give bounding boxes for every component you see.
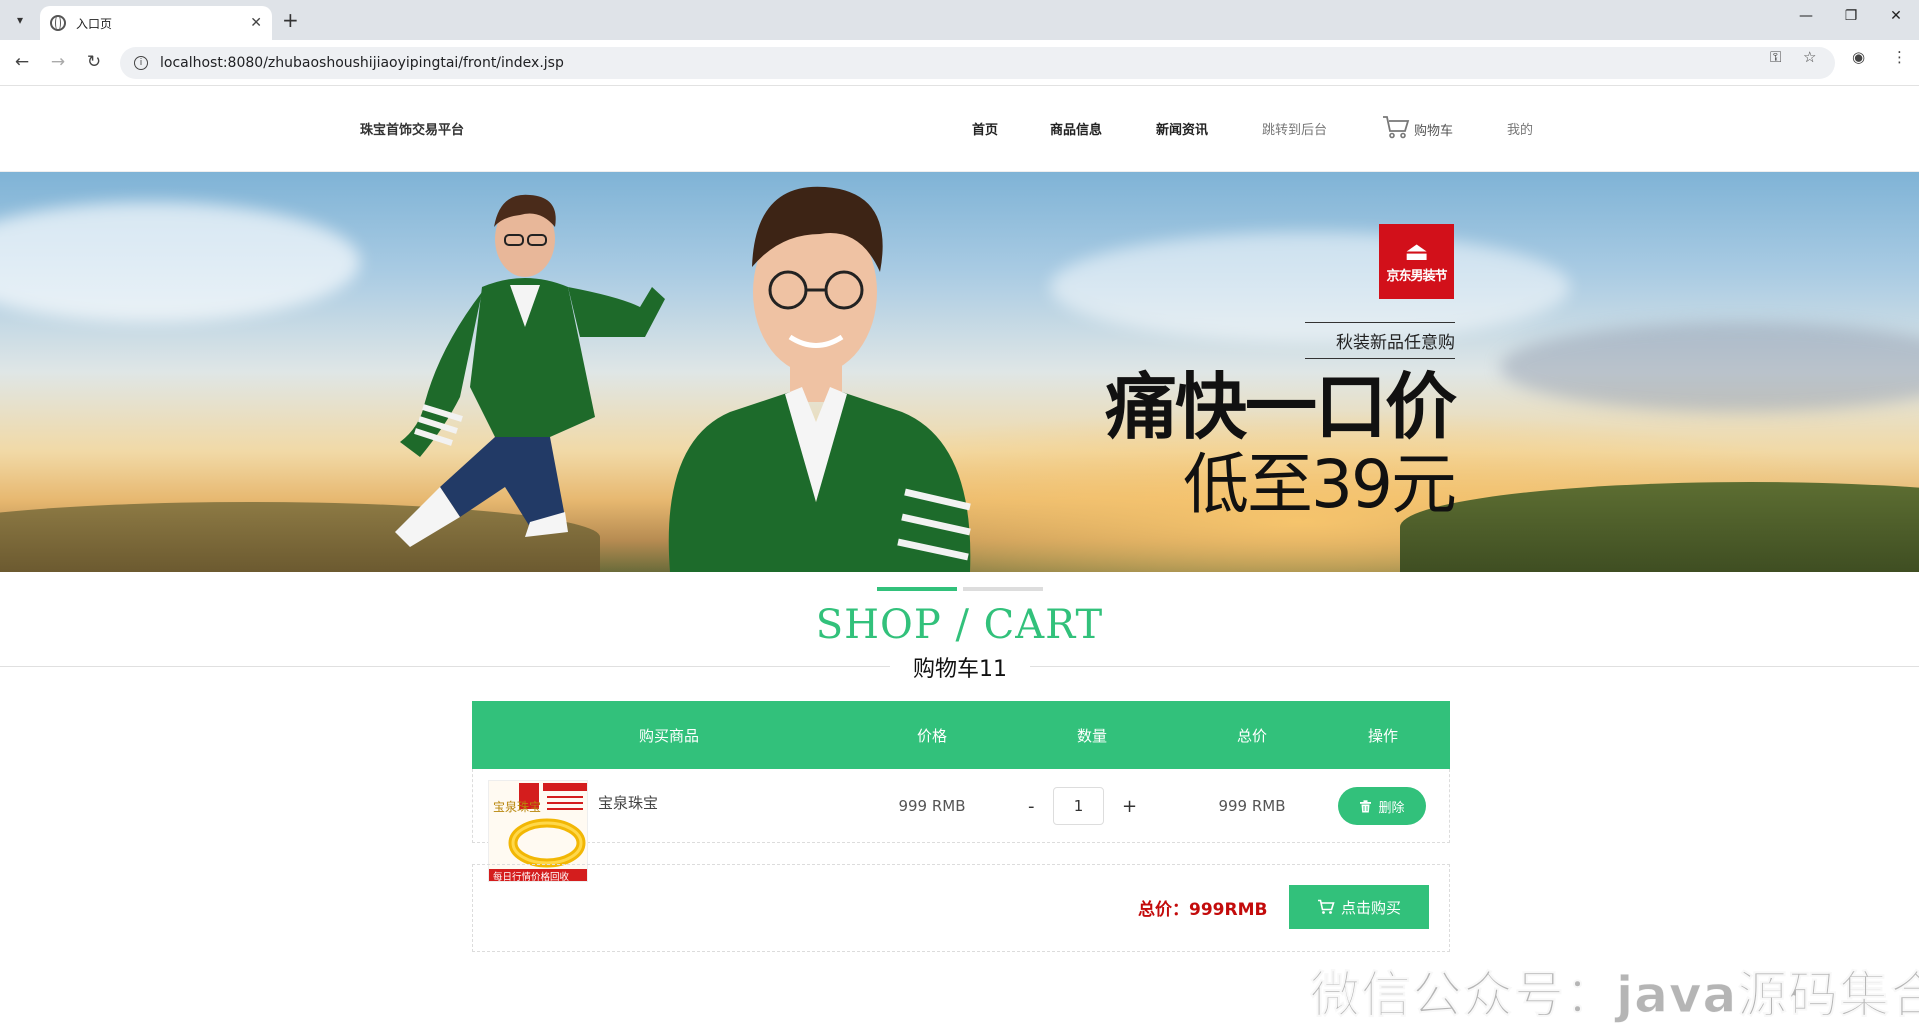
nav-cart[interactable]: 购物车	[1382, 115, 1453, 139]
tab-close-icon[interactable]: ✕	[250, 15, 262, 31]
url-omnibox[interactable]: i localhost:8080/zhubaoshoushijiaoyiping…	[120, 47, 1835, 79]
cloud-shape	[1500, 322, 1919, 412]
site-header: 珠宝首饰交易平台 首页 商品信息 新闻资讯 跳转到后台 购物车 我的	[0, 87, 1919, 172]
col-header-quantity: 数量	[1076, 727, 1108, 745]
slider-dot[interactable]	[963, 587, 1043, 591]
col-header-total: 总价	[1236, 727, 1268, 745]
section-subtitle: 购物车11	[890, 651, 1030, 683]
product-total: 999 RMB	[1218, 797, 1286, 815]
nav-mine[interactable]: 我的	[1507, 119, 1533, 138]
window-close-icon[interactable]: ✕	[1884, 8, 1908, 24]
hill-shape	[1400, 482, 1919, 572]
bookmark-star-icon[interactable]: ☆	[1803, 48, 1816, 66]
product-price: 999 RMB	[898, 797, 966, 815]
watermark-text: 微信公众号：java源码集合	[1309, 966, 1919, 1025]
cart-icon	[1317, 899, 1335, 914]
model-jumping-figure	[395, 194, 665, 547]
minimize-icon[interactable]: —	[1794, 8, 1818, 24]
cloud-shape	[0, 202, 360, 322]
nav-goods[interactable]: 商品信息	[1050, 119, 1102, 138]
col-header-action: 操作	[1367, 727, 1399, 745]
reload-icon[interactable]: ↻	[82, 52, 106, 72]
slider-dot-active[interactable]	[877, 587, 957, 591]
menu-dots-icon[interactable]: ⋮	[1892, 48, 1907, 66]
jd-brand-logo: ⏏ 京东男装节	[1379, 224, 1454, 299]
restore-icon[interactable]: ❐	[1839, 8, 1863, 24]
address-bar-row: ← → ↻ i localhost:8080/zhubaoshoushijiao…	[0, 40, 1919, 86]
site-info-icon[interactable]: i	[134, 56, 148, 70]
trash-icon	[1360, 799, 1372, 812]
nav-admin[interactable]: 跳转到后台	[1262, 119, 1327, 138]
section-title: SHOP / CART	[815, 602, 1104, 648]
browser-tabbar: ▾ 入口页 ✕ + — ❐ ✕	[0, 0, 1919, 40]
forward-arrow-icon[interactable]: →	[46, 52, 70, 72]
profile-icon[interactable]: ◉	[1852, 48, 1865, 66]
nav-cart-label: 购物车	[1414, 124, 1454, 139]
col-header-price: 价格	[916, 727, 948, 745]
banner-subtitle: 秋装新品任意购	[1305, 322, 1455, 359]
qty-decrease-button[interactable]: -	[1028, 796, 1035, 817]
model-front-figure	[668, 186, 971, 572]
new-tab-plus-icon[interactable]: +	[282, 8, 299, 32]
back-arrow-icon[interactable]: ←	[10, 52, 34, 72]
thumbnail-brand-text: 宝泉珠宝	[493, 800, 541, 814]
password-key-icon[interactable]: ⚿	[1770, 48, 1781, 66]
tab-search-chevron-icon[interactable]: ▾	[8, 8, 32, 32]
promo-banner[interactable]: ⏏ 京东男装节 秋装新品任意购 痛快一口价 低至39元	[0, 172, 1919, 572]
qty-increase-button[interactable]: +	[1122, 796, 1137, 817]
product-name[interactable]: 宝泉珠宝	[598, 792, 658, 813]
nav-news[interactable]: 新闻资讯	[1156, 119, 1208, 138]
nav-home[interactable]: 首页	[972, 119, 998, 138]
cart-total-label: 总价：999RMB	[1138, 900, 1268, 920]
qty-input[interactable]	[1053, 787, 1104, 825]
url-text: localhost:8080/zhubaoshoushijiaoyipingta…	[160, 55, 564, 71]
cart-table-header: 购买商品 价格 数量 总价 操作	[472, 701, 1450, 769]
buy-button[interactable]: 点击购买	[1289, 885, 1429, 929]
site-title[interactable]: 珠宝首饰交易平台	[360, 119, 464, 138]
banner-price-line: 低至39元	[1183, 446, 1457, 523]
banner-headline: 痛快一口价	[1104, 365, 1457, 449]
delete-button[interactable]: 删除	[1338, 787, 1426, 825]
browser-tab[interactable]: 入口页 ✕	[40, 6, 272, 40]
jd-logo-a-mark: ⏏	[1404, 237, 1429, 267]
buy-button-label: 点击购买	[1340, 898, 1401, 917]
tab-title: 入口页	[76, 16, 113, 31]
jd-logo-text: 京东男装节	[1386, 269, 1447, 284]
globe-icon	[50, 15, 66, 31]
shopping-cart-icon	[1383, 116, 1410, 139]
col-header-goods: 购买商品	[638, 727, 700, 745]
delete-button-label: 删除	[1378, 800, 1405, 816]
